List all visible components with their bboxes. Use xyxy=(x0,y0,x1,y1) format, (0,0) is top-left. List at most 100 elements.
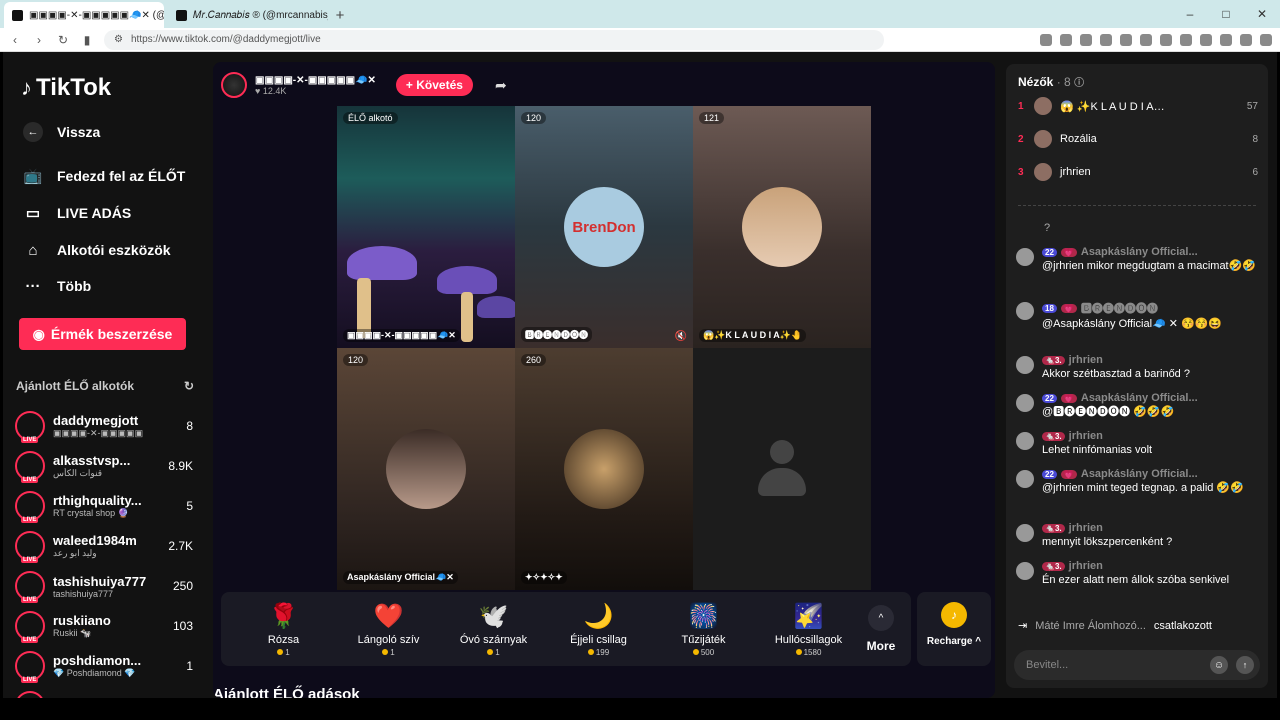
chat-message[interactable]: 18 💗 🅱🅡🅔🅝🅓🅞🅝 @Asapkáslány Official🧢 ✕ 😚😚😆 xyxy=(1016,300,1258,332)
chat-username[interactable]: jrhrien xyxy=(1069,522,1103,534)
recommended-creator-item[interactable]: LIVE daddymegjott ▣▣▣▣-✕-▣▣▣▣▣ 8 xyxy=(15,407,193,445)
chat-message[interactable]: 22 💗 Asapkáslány Official... @jrhrien min… xyxy=(1016,468,1258,496)
chat-message[interactable]: 🐁3. jrhrien mennyit lökszpercenként ? xyxy=(1016,522,1258,550)
minimize-icon[interactable]: – xyxy=(1172,0,1208,28)
info-icon[interactable]: ⓘ xyxy=(1074,78,1084,89)
extension-icon[interactable] xyxy=(1240,33,1252,46)
extension-icon[interactable] xyxy=(1220,33,1232,46)
recommended-creator-item[interactable]: LIVE poshdiamon... 💎 Poshdiamond 💎 1 xyxy=(15,647,193,685)
extension-icon[interactable] xyxy=(1120,33,1132,46)
chat-username[interactable]: Asapkáslány Official... xyxy=(1081,392,1198,404)
chat-message[interactable]: 22 💗 Asapkáslány Official... @jrhrien mik… xyxy=(1016,246,1258,274)
chat-message-text: mennyit lökszpercenként ? xyxy=(1042,536,1173,548)
gift-item[interactable]: 🌹 Rózsa 1 xyxy=(231,602,336,657)
mushroom-art xyxy=(461,292,473,342)
back-button[interactable]: ← Vissza xyxy=(23,122,100,142)
extension-icon[interactable] xyxy=(1040,33,1052,46)
back-arrow-icon: ← xyxy=(23,122,43,142)
recommended-creator-item[interactable]: LIVE ruskiiano Ruskii 🐄 103 xyxy=(15,607,193,645)
chat-message-text: Akkor szétbasztad a barinőd ? xyxy=(1042,368,1190,380)
chat-panel: Nézők · 8 ⓘ 1 😱 ✨K L A U D I A… 57 2 Rozá… xyxy=(1006,64,1268,688)
more-gifts-button[interactable]: ^ More xyxy=(861,605,901,653)
follow-button[interactable]: + Követés xyxy=(395,74,473,96)
avatar xyxy=(1034,163,1052,181)
recommended-creator-item[interactable]: LIVE rthighquality... RT crystal shop 🔮 … xyxy=(15,487,193,525)
top-viewer-item[interactable]: 3 jrhrien 6 xyxy=(1018,160,1258,184)
url-field[interactable]: ⚙ https://www.tiktok.com/@daddymegjott/l… xyxy=(104,29,884,50)
chevron-up-icon: ^ xyxy=(868,605,894,631)
chat-message[interactable]: 22 💗 Asapkáslány Official... @🅱🅡🅔🅝🅓🅞🅝 🤣🤣🤣 xyxy=(1016,392,1258,420)
menu-icon[interactable] xyxy=(1260,33,1272,46)
nav-label: Fedezd fel az ÉLŐT xyxy=(57,168,186,184)
tiktok-logo[interactable]: ♪ TikTok xyxy=(21,74,111,102)
extension-icon[interactable] xyxy=(1080,33,1092,46)
gift-item[interactable]: 🕊️ Óvó szárnyak 1 xyxy=(441,602,546,657)
chat-message[interactable]: 🐁3. jrhrien Én ezer alatt nem állok szób… xyxy=(1016,560,1258,588)
chat-username[interactable]: 🅱🅡🅔🅝🅓🅞🅝 xyxy=(1081,300,1158,316)
host-name[interactable]: ▣▣▣▣-✕-▣▣▣▣▣🧢✕ xyxy=(255,75,376,86)
new-tab-button[interactable]: + xyxy=(328,2,352,28)
nav-more[interactable]: ··· Több xyxy=(23,276,92,296)
creator-subtitle: قنوات الكأس xyxy=(53,468,103,478)
extension-icon[interactable] xyxy=(1160,33,1172,46)
extension-icon[interactable] xyxy=(1140,33,1152,46)
extension-icon[interactable] xyxy=(1100,33,1112,46)
guest-cell[interactable]: 121 😱✨K L A U D I A✨🤚 xyxy=(693,106,871,348)
nav-live-studio[interactable]: ▭ LIVE ADÁS xyxy=(23,203,131,223)
avatar: LIVE xyxy=(15,451,45,483)
avatar xyxy=(1016,432,1034,450)
host-avatar[interactable] xyxy=(221,72,247,98)
recommended-creator-item[interactable]: LIVE kanandia533 xyxy=(15,687,193,698)
gift-item[interactable]: 🌙 Éjjeli csillag 199 xyxy=(546,602,651,657)
empty-guest-slot[interactable] xyxy=(693,348,871,590)
recommended-creator-item[interactable]: LIVE waleed1984m وليد ابو رعد 2.7K xyxy=(15,527,193,565)
chat-input[interactable]: Bevitel... ☺ ↑ xyxy=(1014,650,1260,680)
maximize-icon[interactable]: □ xyxy=(1208,0,1244,28)
chat-message[interactable]: 🐁3. jrhrien Lehet ninfómanias volt xyxy=(1016,430,1258,458)
emoji-icon[interactable]: ☺ xyxy=(1210,656,1228,674)
joined-user: Máté Imre Álomhozó... xyxy=(1035,619,1146,632)
back-arrow-icon[interactable]: ‹ xyxy=(8,33,22,47)
share-icon[interactable]: ➦ xyxy=(495,77,507,94)
extension-icon[interactable] xyxy=(1180,33,1192,46)
extension-icon[interactable] xyxy=(1200,33,1212,46)
guest-cell[interactable]: 120 BrenDon 🅱🅡🅔🅝🅓🅞🅝 🔇 xyxy=(515,106,693,348)
chat-username[interactable]: jrhrien xyxy=(1069,354,1103,366)
address-bar: ‹ › ↻ ▮ ⚙ https://www.tiktok.com/@daddym… xyxy=(0,28,1280,52)
nav-creator-tools[interactable]: ⌂ Alkotói eszközök xyxy=(23,240,170,260)
guest-cell[interactable]: 120 Asapkáslány Official🧢✕ xyxy=(337,348,515,590)
chat-username[interactable]: jrhrien xyxy=(1069,560,1103,572)
cell-name: ▣▣▣▣-✕-▣▣▣▣▣🧢✕ xyxy=(343,329,460,342)
mushroom-art xyxy=(347,246,417,280)
gift-item[interactable]: ❤️ Lángoló szív 1 xyxy=(336,602,441,657)
top-viewer-item[interactable]: 1 😱 ✨K L A U D I A… 57 xyxy=(1018,94,1258,118)
recharge-button[interactable]: ♪ Recharge ^ xyxy=(917,592,991,666)
viewer-count: 1 xyxy=(186,659,193,673)
extension-icon[interactable] xyxy=(1060,33,1072,46)
send-icon[interactable]: ↑ xyxy=(1236,656,1254,674)
gift-name: Tűzijáték xyxy=(681,633,726,646)
forward-arrow-icon[interactable]: › xyxy=(32,33,46,47)
top-viewer-item[interactable]: 2 Rozália 8 xyxy=(1018,127,1258,151)
chat-username[interactable]: jrhrien xyxy=(1069,430,1103,442)
gift-item[interactable]: 🌠 Hullócsillagok 1580 xyxy=(756,602,861,657)
gift-name: Rózsa xyxy=(267,633,300,646)
guest-cell-host[interactable]: ÉLŐ alkotó ▣▣▣▣-✕-▣▣▣▣▣🧢✕ xyxy=(337,106,515,348)
recommended-creator-item[interactable]: LIVE alkasstvsp... قنوات الكأس 8.9K xyxy=(15,447,193,485)
browser-tab-active[interactable]: ▣▣▣▣-✕-▣▣▣▣▣🧢✕ (@da ✕ xyxy=(4,2,164,28)
chat-username[interactable]: Asapkáslány Official... xyxy=(1081,468,1198,480)
bookmark-icon[interactable]: ▮ xyxy=(80,33,94,47)
browser-tab[interactable]: 𝑀𝑟.𝐶𝑎𝑛𝑛𝑎𝑏𝑖𝑠 ® (@mrcannabis_) ✕ xyxy=(168,2,328,28)
recommended-creator-item[interactable]: LIVE tashishuiya777 tashishuiya777 250 xyxy=(15,567,193,605)
refresh-icon[interactable]: ↻ xyxy=(184,379,194,393)
chat-username[interactable]: Asapkáslány Official... xyxy=(1081,246,1198,258)
gift-item[interactable]: 🎆 Tűzijáték 500 xyxy=(651,602,756,657)
reload-icon[interactable]: ↻ xyxy=(56,33,70,47)
nav-explore-live[interactable]: 📺 Fedezd fel az ÉLŐT xyxy=(23,166,186,186)
mushroom-art xyxy=(437,266,497,294)
site-info-icon[interactable]: ⚙ xyxy=(114,34,123,45)
chat-message[interactable]: 🐁3. jrhrien Akkor szétbasztad a barinőd … xyxy=(1016,354,1258,382)
get-coins-button[interactable]: ◉ Érmék beszerzése xyxy=(19,318,186,350)
close-window-icon[interactable]: ✕ xyxy=(1244,0,1280,28)
guest-cell[interactable]: 260 ✦✧✦✧✦ xyxy=(515,348,693,590)
